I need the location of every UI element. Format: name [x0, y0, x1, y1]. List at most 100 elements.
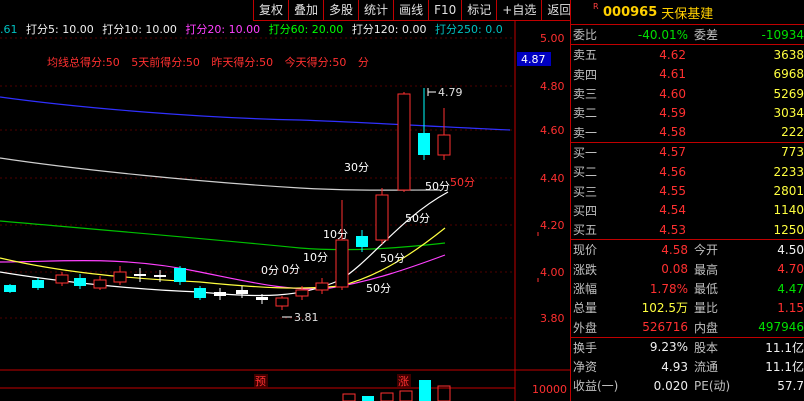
score-label: 50分 [425, 180, 450, 193]
candle-body [4, 285, 16, 292]
price-axis: 5.00 4.80 4.60 4.40 4.20 4.00 3.80 [540, 32, 565, 325]
ob-volume: 5269 [773, 86, 804, 101]
ob-volume: 773 [781, 145, 804, 160]
ob-label: 卖四 [573, 67, 598, 82]
indicator-value: 打分5: 10.00 [26, 23, 94, 36]
fund-value: 9.23% [649, 340, 688, 355]
sell-row[interactable]: 卖一 4.58 222 [571, 122, 804, 141]
candle-body [335, 239, 349, 288]
ob-label: 买三 [573, 184, 598, 199]
ob-price: 4.58 [659, 125, 686, 140]
ob-price: 4.62 [659, 47, 686, 62]
score-label: 10分 [323, 228, 348, 241]
score-label-red: 50分 [450, 176, 475, 189]
buy-row[interactable]: 买五 4.53 1250 [571, 220, 804, 239]
current-price-tag: 4.87 [521, 53, 546, 66]
indicator-value: 打分10: 10.00 [102, 23, 177, 36]
ob-price: 4.53 [659, 222, 686, 237]
candle-body [154, 275, 166, 277]
candle-body [275, 297, 289, 307]
sell-row[interactable]: 卖四 4.61 6968 [571, 65, 804, 84]
candle-body [295, 289, 309, 297]
sell-row[interactable]: 卖三 4.60 5269 [571, 84, 804, 103]
f10-button[interactable]: F10 [428, 0, 462, 21]
candle-body [32, 280, 44, 288]
quote-row: 总量 102.5万 量比 1.15 [571, 298, 804, 317]
indicator-value: 打分250: 0.0 [435, 23, 503, 36]
score-label: 50分 [366, 282, 391, 295]
add-watchlist-button[interactable]: +自选 [496, 0, 542, 21]
candle-body [397, 93, 411, 191]
sell-row[interactable]: 卖二 4.59 3034 [571, 103, 804, 122]
restore-rights-button[interactable]: 复权 [253, 0, 289, 21]
score-label: 30分 [344, 161, 369, 174]
fund-label: 流通 [694, 360, 719, 375]
fund-value: 11.1亿 [765, 360, 804, 375]
candle-body [437, 134, 451, 156]
score-unit: 分 [357, 56, 369, 69]
price-tick: 5.00 [540, 32, 565, 45]
draw-line-button[interactable]: 画线 [393, 0, 429, 21]
indicator-line: .61 打分5: 10.00 打分10: 10.00 打分20: 10.00 打… [0, 22, 515, 38]
statistics-button[interactable]: 统计 [358, 0, 394, 21]
quote-row: 现价 4.58 今开 4.50 [571, 240, 804, 259]
score-total: 均线总得分:50 [47, 56, 120, 69]
fund-label: 换手 [573, 340, 598, 355]
quote-block: 现价 4.58 今开 4.50 涨跌 0.08 最高 4.70 涨幅 1.78% 最低 4.47 … [571, 239, 804, 336]
ob-volume: 3638 [773, 47, 804, 62]
score-yesterday: 昨天得分:50 [211, 56, 274, 69]
buy-book: 买一 4.57 773 买二 4.56 2233 买三 4.55 2801 买四 4.54 11… [571, 141, 804, 239]
quote-value: 102.5万 [641, 301, 688, 316]
buy-row[interactable]: 买二 4.56 2233 [571, 162, 804, 181]
ob-volume: 3034 [773, 105, 804, 120]
marker-zhang: 涨 [398, 375, 409, 388]
quote-value: 1.15 [777, 300, 804, 315]
quote-label: 最低 [694, 282, 719, 296]
price-tick: 3.80 [540, 312, 565, 325]
quote-value: 4.58 [661, 242, 688, 257]
ob-label: 卖三 [573, 87, 598, 102]
price-tick: 4.80 [540, 80, 565, 93]
fund-value: 0.020 [653, 378, 688, 393]
buy-row[interactable]: 买三 4.55 2801 [571, 181, 804, 200]
multi-stock-button[interactable]: 多股 [323, 0, 359, 21]
sell-row[interactable]: 卖五 4.62 3638 [571, 45, 804, 64]
ob-price: 4.59 [659, 105, 686, 120]
candle-body [418, 133, 430, 155]
score-label: 0分 [261, 264, 279, 277]
fund-row: 收益(一) 0.020 PE(动) 57.7 [571, 376, 804, 395]
buy-row[interactable]: 买一 4.57 773 [571, 143, 804, 162]
quote-label: 总量 [573, 301, 598, 316]
fund-label: PE(动) [694, 379, 731, 394]
overlay-button[interactable]: 叠加 [288, 0, 324, 21]
price-tick: 4.40 [540, 172, 565, 185]
quote-value: 4.70 [777, 262, 804, 277]
score-today: 今天得分:50 [284, 56, 347, 69]
volume-bars [342, 380, 451, 401]
ob-label: 卖五 [573, 48, 598, 63]
candle-body [74, 278, 86, 286]
score-5days: 5天前得分:50 [131, 56, 200, 69]
price-tick: 4.20 [540, 219, 565, 232]
ob-price: 4.60 [659, 86, 686, 101]
quote-value: 497946 [758, 320, 804, 335]
fundamentals-block: 换手 9.23% 股本 11.1亿 净资 4.93 流通 11.1亿 收益(一) 0.020 P… [571, 336, 804, 396]
candle-body [214, 292, 226, 296]
weibi-value: -40.01% [637, 27, 688, 42]
ob-label: 卖一 [573, 125, 598, 140]
ob-volume: 6968 [773, 67, 804, 82]
mark-button[interactable]: 标记 [461, 0, 497, 21]
weicha-value: -10934 [761, 27, 804, 42]
fund-label: 收益(一) [573, 379, 619, 394]
stock-code: 000965 [603, 4, 658, 20]
buy-row[interactable]: 买四 4.54 1140 [571, 201, 804, 220]
candle-body [194, 288, 206, 298]
quote-value: 1.78% [649, 281, 688, 296]
ob-price: 4.61 [659, 67, 686, 82]
marker-yu: 预 [255, 375, 266, 388]
ob-volume: 1140 [773, 203, 804, 218]
quote-row: 涨跌 0.08 最高 4.70 [571, 260, 804, 279]
stock-header[interactable]: R 000965 天保基建 [571, 0, 804, 24]
price-tick: 4.00 [540, 266, 565, 279]
fund-label: 净资 [573, 360, 598, 375]
